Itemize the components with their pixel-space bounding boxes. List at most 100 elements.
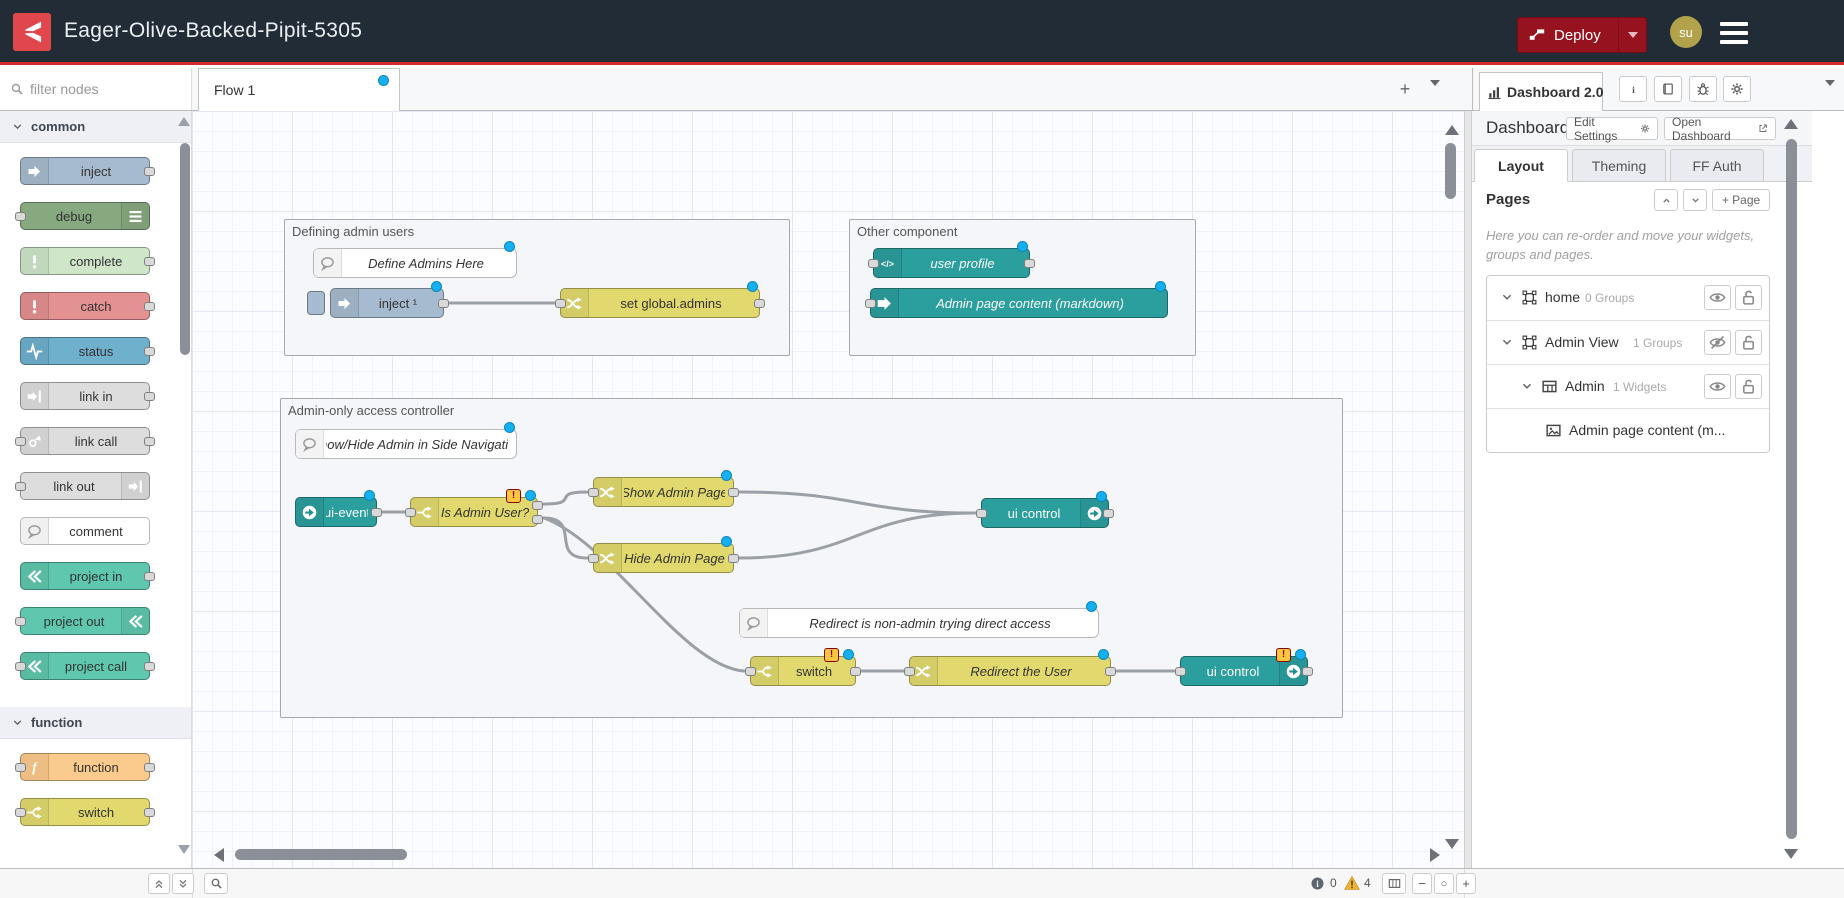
sidebar-scroll-down-arrow[interactable] <box>1784 849 1798 859</box>
palette-node-link-in[interactable]: link in <box>20 382 150 410</box>
comment-show-hide-admin[interactable]: Show/Hide Admin in Side Navigation <box>295 429 517 459</box>
output-port[interactable] <box>438 299 449 308</box>
add-flow-button[interactable]: + <box>1392 77 1418 103</box>
collapse-all-button[interactable] <box>1654 189 1678 211</box>
sidebar-scroll-up-arrow[interactable] <box>1784 119 1798 129</box>
add-page-button[interactable]: + Page <box>1712 189 1770 211</box>
input-port[interactable] <box>405 508 416 517</box>
template-user-profile[interactable]: </>user profile <box>873 248 1030 278</box>
tree-row-home[interactable]: home0 Groups <box>1487 276 1769 320</box>
palette-node-link-call[interactable]: link call <box>20 427 150 455</box>
input-port[interactable] <box>15 662 26 671</box>
palette-scroll-thumb[interactable] <box>180 143 190 355</box>
zoom-in-button[interactable]: + <box>1456 873 1476 894</box>
output-port[interactable] <box>728 488 739 497</box>
output-port[interactable] <box>754 299 765 308</box>
output-port-1[interactable] <box>532 501 543 510</box>
ui-control-1[interactable]: ui control <box>981 498 1109 528</box>
output-port[interactable] <box>728 554 739 563</box>
unlock-icon-button[interactable] <box>1735 374 1762 399</box>
output-port-2[interactable] <box>532 515 543 524</box>
wire[interactable] <box>740 492 975 513</box>
dashboard-tab-theming[interactable]: Theming <box>1572 149 1666 182</box>
zoom-out-button[interactable]: − <box>1412 873 1432 894</box>
palette-node-switch[interactable]: switch <box>20 798 150 826</box>
template-admin-page-content[interactable]: Admin page content (markdown) <box>870 288 1168 318</box>
output-port[interactable] <box>144 808 155 817</box>
palette-node-project-call[interactable]: project call <box>20 652 150 680</box>
input-port[interactable] <box>904 667 915 676</box>
output-port[interactable] <box>1302 667 1313 676</box>
output-port[interactable] <box>144 437 155 446</box>
edit-settings-button[interactable]: Edit Settings <box>1566 117 1658 140</box>
output-port[interactable] <box>144 302 155 311</box>
sidebar-resizer[interactable] <box>1464 111 1472 868</box>
tree-row-admin-view[interactable]: Admin View1 Groups <box>1487 320 1769 364</box>
palette-filter-input[interactable]: filter nodes <box>0 68 192 110</box>
gear-icon-button[interactable] <box>1723 76 1751 102</box>
input-port[interactable] <box>976 509 987 518</box>
input-port[interactable] <box>15 212 26 221</box>
output-port[interactable] <box>1103 509 1114 518</box>
comment-redirect-non-admin[interactable]: Redirect is non-admin trying direct acce… <box>739 608 1099 638</box>
output-port[interactable] <box>850 667 861 676</box>
flow-list-caret[interactable] <box>1430 86 1440 104</box>
input-port[interactable] <box>745 667 756 676</box>
comment-define-admins[interactable]: Define Admins Here <box>313 248 517 278</box>
canvas-search-button[interactable] <box>204 873 228 894</box>
output-port[interactable] <box>371 508 382 517</box>
input-port[interactable] <box>15 437 26 446</box>
chevron-down-icon[interactable] <box>1501 291 1513 303</box>
open-dashboard-button[interactable]: Open Dashboard <box>1664 117 1776 140</box>
deploy-button[interactable]: Deploy <box>1517 17 1647 53</box>
output-port[interactable] <box>1105 667 1116 676</box>
info-sidebar-button[interactable]: i <box>1619 76 1647 102</box>
sidebar-tabs-caret[interactable] <box>1825 86 1835 104</box>
palette-scroll-down-arrow[interactable] <box>178 845 190 854</box>
input-port[interactable] <box>865 299 876 308</box>
palette-scroll-up-arrow[interactable] <box>178 117 190 126</box>
change-redirect-the-user[interactable]: Redirect the User <box>909 656 1111 686</box>
palette-node-comment[interactable]: comment <box>20 517 150 545</box>
output-port[interactable] <box>144 257 155 266</box>
palette-node-status[interactable]: status <box>20 337 150 365</box>
input-port[interactable] <box>15 763 26 772</box>
palette-collapse-all-button[interactable] <box>148 873 170 894</box>
output-port[interactable] <box>144 347 155 356</box>
sidebar-scroll-thumb[interactable] <box>1786 139 1797 839</box>
wire[interactable] <box>544 518 744 671</box>
zoom-reset-button[interactable]: ○ <box>1434 873 1454 894</box>
debug-sidebar-button[interactable] <box>1689 76 1717 102</box>
output-port[interactable] <box>144 572 155 581</box>
input-port[interactable] <box>1175 667 1186 676</box>
overview-map-toggle[interactable] <box>1382 873 1406 894</box>
expand-all-button[interactable] <box>1683 189 1707 211</box>
deploy-options-caret[interactable] <box>1618 18 1646 52</box>
eye-off-icon-button[interactable] <box>1704 330 1731 355</box>
output-port[interactable] <box>1024 259 1035 268</box>
input-port[interactable] <box>588 554 599 563</box>
eye-icon-button[interactable] <box>1704 285 1731 310</box>
dashboard-tab-layout[interactable]: Layout <box>1474 149 1568 182</box>
palette-node-project-out[interactable]: project out <box>20 607 150 635</box>
palette-node-link-out[interactable]: link out <box>20 472 150 500</box>
switch-node-2[interactable]: switch <box>750 656 856 686</box>
tree-row-admin[interactable]: Admin1 Widgets <box>1487 364 1769 408</box>
palette-node-complete[interactable]: complete <box>20 247 150 275</box>
palette-expand-all-button[interactable] <box>172 873 194 894</box>
inject-node[interactable]: inject ¹ <box>330 288 444 318</box>
wire[interactable] <box>544 492 587 504</box>
tab-flow-1[interactable]: Flow 1 <box>198 68 400 111</box>
user-avatar[interactable]: su <box>1670 16 1702 48</box>
eye-icon-button[interactable] <box>1704 374 1731 399</box>
input-port[interactable] <box>15 808 26 817</box>
dashboard-tab-ff-auth[interactable]: FF Auth <box>1670 149 1764 182</box>
palette-category-function[interactable]: function <box>0 707 191 739</box>
change-show-admin-page[interactable]: Show Admin Page <box>593 477 734 507</box>
change-set-global-admins[interactable]: set global.admins <box>560 288 760 318</box>
input-port[interactable] <box>555 299 566 308</box>
output-port[interactable] <box>144 662 155 671</box>
unlock-icon-button[interactable] <box>1735 330 1762 355</box>
ui-event-node[interactable]: ui-event <box>295 497 377 527</box>
palette-node-inject[interactable]: inject <box>20 157 150 185</box>
